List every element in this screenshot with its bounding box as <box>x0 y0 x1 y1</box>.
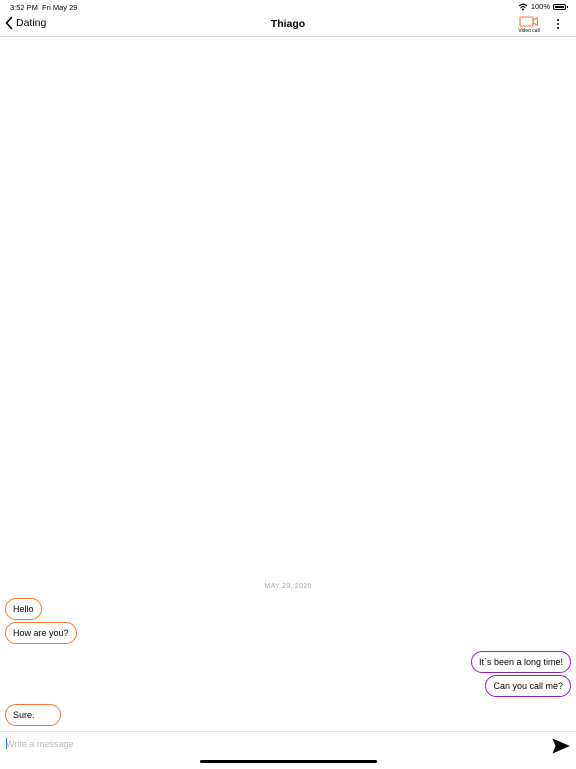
message-composer <box>0 731 576 769</box>
nav-bar: Dating Thiago Video call <box>0 14 576 37</box>
text-caret <box>6 738 7 749</box>
more-options-button[interactable] <box>552 17 564 31</box>
home-indicator <box>200 760 377 763</box>
status-date: Fri May 29 <box>42 3 78 12</box>
status-time: 3:52 PM <box>10 3 38 12</box>
wifi-icon <box>518 3 528 10</box>
message-bubble-incoming: Hello <box>5 598 42 620</box>
message-bubble-incoming: Sure. <box>5 704 61 726</box>
message-bubble-outgoing: It`s been a long time! <box>470 651 571 673</box>
vertical-ellipsis-icon <box>556 18 560 22</box>
battery-percent: 100% <box>530 2 550 11</box>
video-camera-icon <box>519 16 539 27</box>
send-arrow-icon <box>552 738 570 754</box>
date-separator: MAY 29, 2020 <box>264 583 312 590</box>
video-call-label: Video call <box>518 28 540 34</box>
video-call-button[interactable]: Video call <box>514 16 544 34</box>
message-input[interactable] <box>6 736 526 752</box>
send-button[interactable] <box>551 737 571 755</box>
message-bubble-outgoing: Can you call me? <box>485 675 571 697</box>
page-title: Thiago <box>270 18 306 30</box>
message-bubble-incoming: How are you? <box>5 622 77 644</box>
status-bar: 3:52 PM Fri May 29 100% <box>0 0 576 14</box>
battery-icon <box>553 3 568 10</box>
status-indicators: 100% <box>518 2 568 11</box>
